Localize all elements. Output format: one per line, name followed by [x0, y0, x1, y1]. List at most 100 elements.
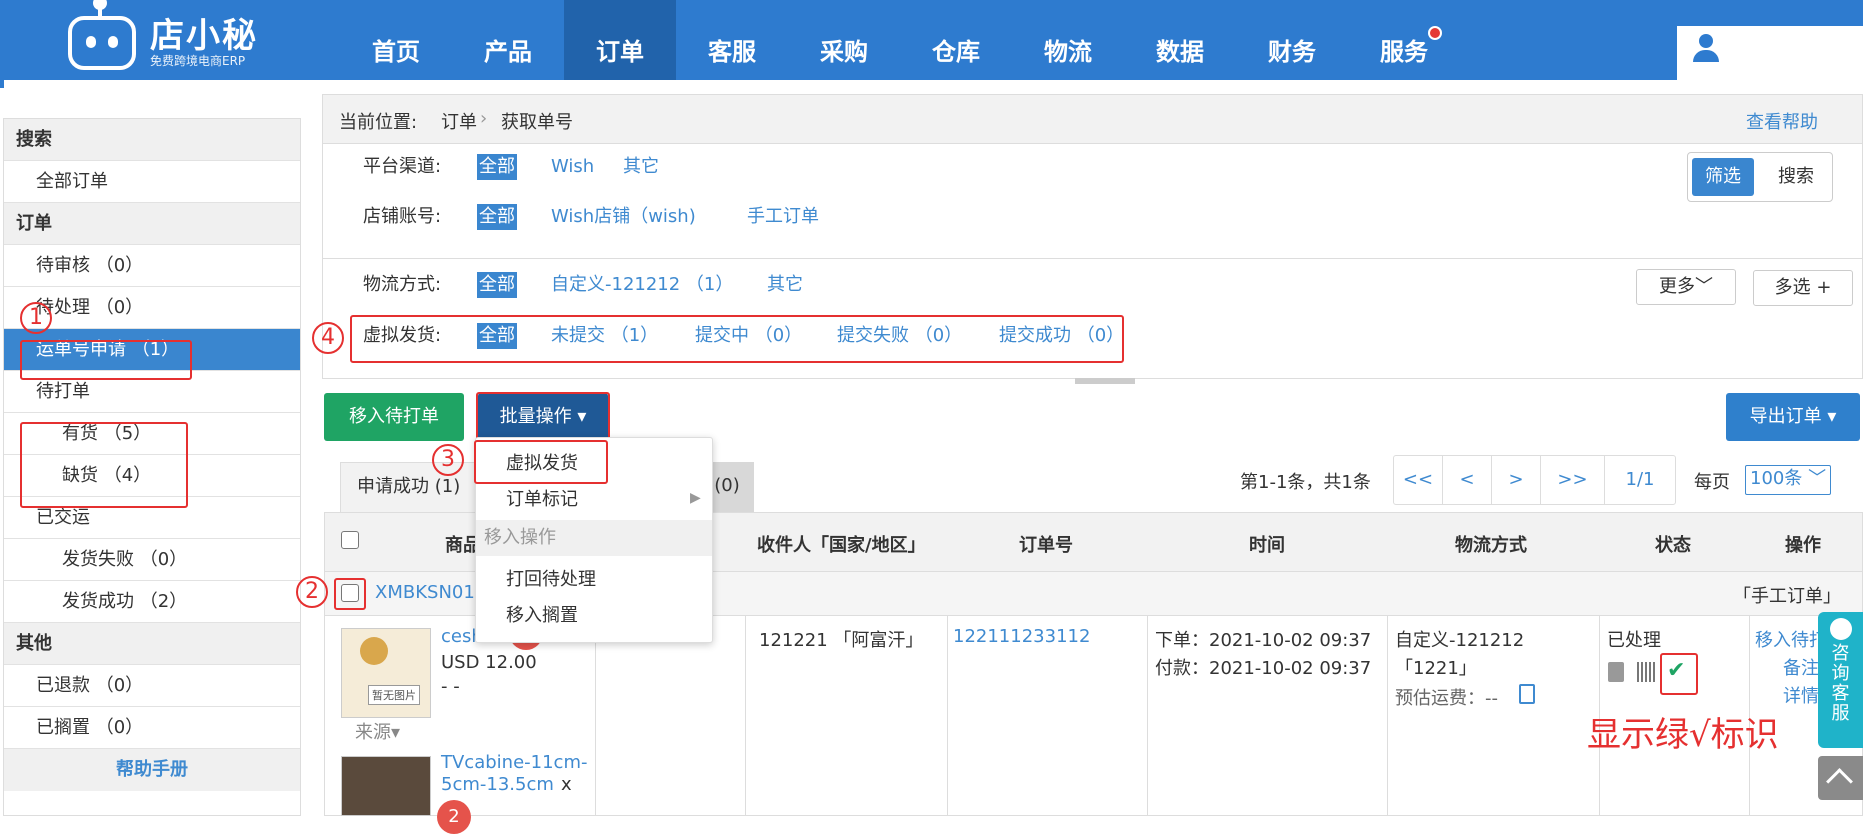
pager: << < > >> 1/1	[1393, 455, 1676, 505]
back-to-top-button[interactable]	[1818, 756, 1863, 800]
pay-time: 付款：2021-10-02 09:37	[1155, 658, 1372, 679]
brand-logo[interactable]: 店小秘 免费跨境电商ERP	[60, 0, 290, 80]
brand-name: 店小秘	[150, 16, 258, 56]
sidebar-item-pending-review[interactable]: 待审核 （0）	[4, 245, 300, 287]
submenu-arrow-icon: ▶	[690, 490, 701, 506]
product2-name-cont[interactable]: 5cm-13.5cm	[441, 774, 554, 795]
customer-service-float[interactable]: 咨询客服	[1818, 612, 1863, 748]
nav-orders[interactable]: 订单	[564, 0, 676, 80]
op-details[interactable]: 详情	[1783, 682, 1819, 708]
pager-page[interactable]: 1/1	[1605, 456, 1675, 504]
sidebar-header-orders: 订单	[4, 203, 300, 245]
sidebar-item-shelved[interactable]: 已搁置 （0）	[4, 707, 300, 749]
menu-header-move-ops: 移入操作	[476, 520, 712, 556]
breadcrumb-bar: 当前位置: 订单 › 获取单号 查看帮助	[322, 94, 1863, 144]
select-all-checkbox[interactable]	[341, 531, 359, 549]
col-divider	[1147, 616, 1148, 816]
calculator-icon[interactable]	[1519, 684, 1535, 704]
order-group-tag: 「手工订单」	[1733, 586, 1841, 607]
no-image-label: 暂无图片	[368, 685, 420, 705]
nav-home[interactable]: 首页	[340, 0, 452, 80]
filter-label-store: 店铺账号:	[363, 206, 442, 227]
filter-label-platform: 平台渠道:	[363, 156, 442, 177]
per-page-select[interactable]: 100条 ﹀	[1745, 465, 1831, 495]
platform-option-wish[interactable]: Wish	[551, 152, 594, 182]
logistics-option-custom[interactable]: 自定义-121212 （1）	[551, 270, 733, 300]
annotation-box-waybill	[20, 340, 192, 380]
brand-tagline: 免费跨境电商ERP	[150, 54, 246, 68]
store-option-wish[interactable]: Wish店铺（wish)	[551, 202, 696, 232]
logistics-option-all[interactable]: 全部	[477, 272, 517, 298]
pager-next[interactable]: >	[1492, 456, 1541, 504]
breadcrumb-orders[interactable]: 订单	[441, 108, 477, 134]
pager-last[interactable]: >>	[1541, 456, 1605, 504]
more-filters-button[interactable]: 更多﹀	[1636, 269, 1736, 305]
document-icon[interactable]	[1608, 662, 1624, 682]
platform-option-all[interactable]: 全部	[477, 154, 517, 180]
logistics-option-other[interactable]: 其它	[767, 270, 803, 300]
move-to-print-button[interactable]: 移入待打单	[324, 393, 464, 441]
search-mode-button[interactable]: 搜索	[1766, 158, 1826, 196]
th-time: 时间	[1249, 535, 1285, 556]
order-time: 下单：2021-10-02 09:37	[1155, 630, 1372, 651]
export-orders-button[interactable]: 导出订单 ▾	[1726, 393, 1860, 441]
help-link[interactable]: 查看帮助	[1746, 108, 1818, 134]
pager-prev[interactable]: <	[1443, 456, 1492, 504]
status-text: 已处理	[1607, 630, 1661, 651]
barcode-icon[interactable]	[1637, 662, 1657, 682]
robot-icon	[68, 16, 136, 70]
col-divider	[1387, 616, 1388, 816]
nav-service[interactable]: 服务	[1348, 0, 1460, 80]
op-remark[interactable]: 备注	[1783, 654, 1819, 680]
annotation-box-stock	[20, 422, 188, 508]
product-image-2[interactable]	[341, 756, 431, 816]
annotation-note: 显示绿√标识	[1587, 715, 1779, 755]
order-number-link[interactable]: 122111233112	[953, 626, 1090, 647]
sidebar-item-refunded[interactable]: 已退款 （0）	[4, 665, 300, 707]
menu-item-move-to-shelf[interactable]: 移入搁置	[476, 598, 712, 634]
filter-divider	[323, 258, 1863, 259]
sidebar-item-ship-fail[interactable]: 发货失败 （0）	[4, 539, 300, 581]
menu-item-order-mark[interactable]: 订单标记	[476, 482, 712, 518]
logistics-code: 「1221」	[1395, 658, 1477, 679]
nav-warehouse[interactable]: 仓库	[900, 0, 1012, 80]
pager-info: 第1-1条，共1条	[1240, 472, 1371, 493]
per-page-label: 每页	[1694, 472, 1730, 493]
nav-customer-service[interactable]: 客服	[676, 0, 788, 80]
nav-finance[interactable]: 财务	[1236, 0, 1348, 80]
user-menu[interactable]	[1677, 26, 1863, 80]
store-option-all[interactable]: 全部	[477, 204, 517, 230]
breadcrumb-get-number: 获取单号	[501, 112, 573, 133]
nav-logistics[interactable]: 物流	[1012, 0, 1124, 80]
col-divider	[947, 616, 948, 816]
nav-purchase[interactable]: 采购	[788, 0, 900, 80]
user-icon	[1691, 34, 1721, 64]
product2-name-link[interactable]: TVcabine-11cm-	[441, 752, 587, 773]
placeholder-figure	[360, 637, 388, 665]
nav-data[interactable]: 数据	[1124, 0, 1236, 80]
tab-apply-success[interactable]: 申请成功 (1)	[340, 462, 490, 512]
order-group-code[interactable]: XMBKSN01	[375, 582, 475, 603]
multi-select-button[interactable]: 多选 +	[1753, 270, 1853, 306]
customer-service-label: 咨询客服	[1831, 643, 1850, 724]
platform-option-other[interactable]: 其它	[623, 152, 659, 182]
nav-products[interactable]: 产品	[452, 0, 564, 80]
sidebar-item-all-orders[interactable]: 全部订单	[4, 161, 300, 203]
th-recipient: 收件人「国家/地区」	[757, 535, 926, 556]
product-sku: - -	[441, 676, 460, 697]
quantity-badge-2: 2	[437, 800, 471, 834]
sidebar-help-manual[interactable]: 帮助手册	[4, 749, 300, 791]
annotation-box-check	[1660, 653, 1698, 695]
product-image[interactable]: 暂无图片	[341, 628, 431, 718]
annotation-box-batch	[476, 392, 610, 442]
estimated-freight: 预估运费：--	[1395, 688, 1498, 709]
pager-first[interactable]: <<	[1394, 456, 1443, 504]
collapse-handle[interactable]	[1075, 378, 1135, 384]
sidebar-item-ship-success[interactable]: 发货成功 （2）	[4, 581, 300, 623]
filter-mode-button[interactable]: 筛选	[1692, 158, 1754, 196]
source-dropdown[interactable]: 来源▾	[355, 718, 400, 744]
store-option-manual[interactable]: 手工订单	[747, 202, 819, 232]
menu-item-back-to-process[interactable]: 打回待处理	[476, 562, 712, 598]
col-divider	[745, 616, 746, 816]
op-move-to-print[interactable]: 移入待打	[1755, 626, 1827, 652]
